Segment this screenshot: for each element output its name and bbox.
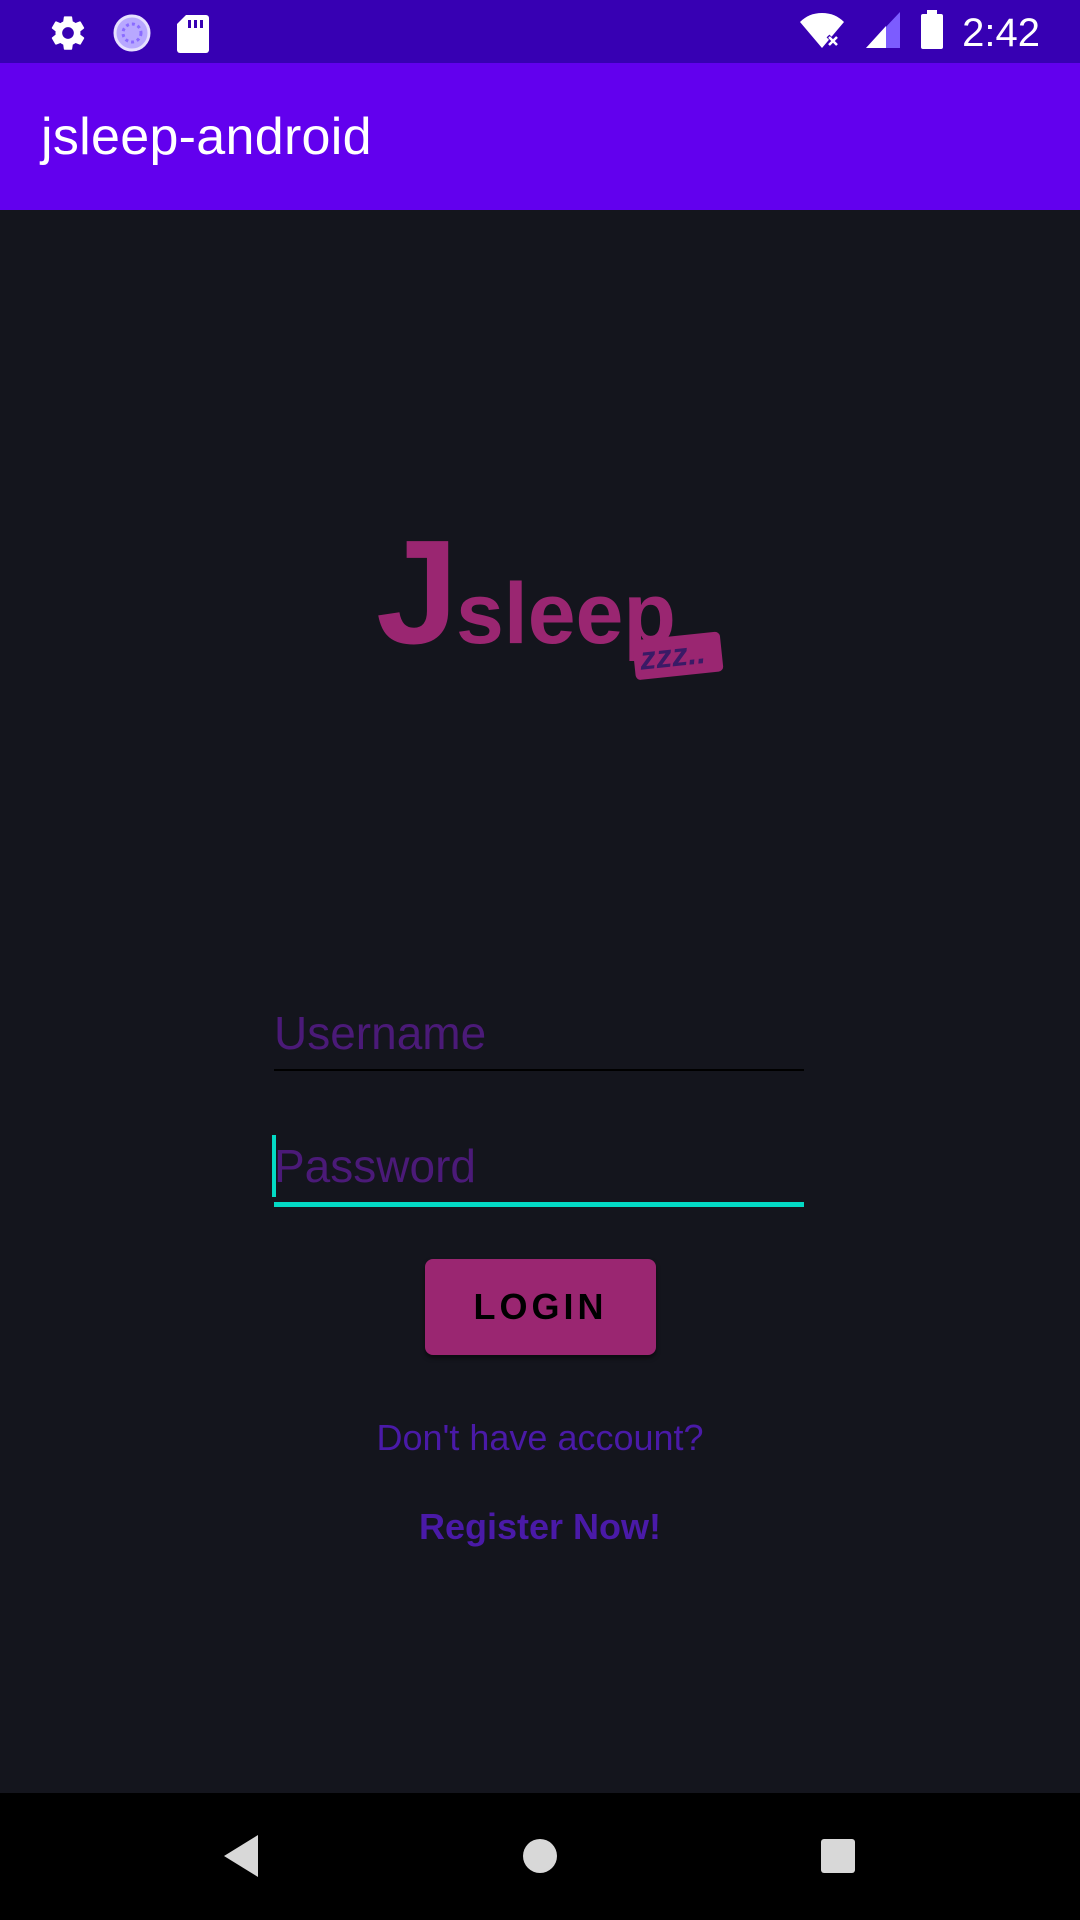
- signal-icon: [864, 10, 902, 55]
- home-icon[interactable]: [507, 1823, 573, 1889]
- register-now-link[interactable]: Register Now!: [419, 1506, 661, 1547]
- app-bar: jsleep-android: [0, 63, 1080, 210]
- logo-letter-j: J: [376, 518, 458, 675]
- navigation-bar: [0, 1793, 1080, 1920]
- battery-icon: [920, 10, 944, 55]
- status-left-icons: [48, 13, 210, 58]
- no-account-text: Don't have account?: [376, 1417, 704, 1458]
- status-right-icons: 2:42: [798, 10, 1040, 55]
- username-input[interactable]: [274, 999, 804, 1067]
- username-field[interactable]: [274, 995, 804, 1071]
- back-icon[interactable]: [208, 1823, 274, 1889]
- login-button[interactable]: LOGIN: [425, 1259, 656, 1355]
- wifi-off-icon: [798, 10, 846, 55]
- password-field[interactable]: [272, 1127, 804, 1207]
- app-title: jsleep-android: [41, 108, 372, 166]
- register-link-row: Register Now!: [0, 1506, 1080, 1548]
- logo-badge-zzz: zzz..: [637, 634, 707, 677]
- jsleep-logo: J sleep zzz..: [376, 510, 736, 698]
- status-bar: 2:42: [0, 0, 1080, 63]
- password-input[interactable]: [274, 1131, 804, 1201]
- status-time: 2:42: [962, 10, 1040, 55]
- sync-icon: [112, 13, 152, 58]
- sd-card-icon: [176, 13, 210, 58]
- settings-icon: [48, 13, 88, 58]
- login-screen: J sleep zzz.. LOGIN Don't have account? …: [0, 210, 1080, 1793]
- text-cursor: [272, 1135, 276, 1197]
- recents-icon[interactable]: [805, 1823, 871, 1889]
